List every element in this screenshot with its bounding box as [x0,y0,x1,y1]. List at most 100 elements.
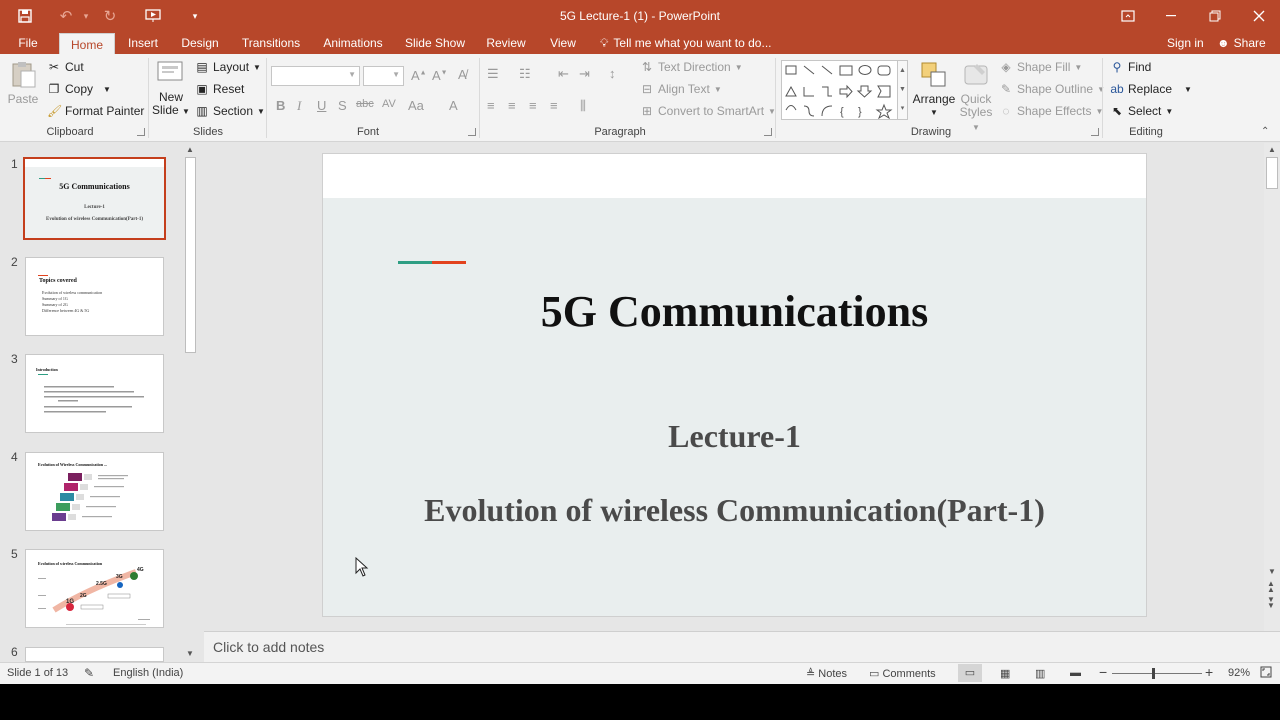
tab-insert[interactable]: Insert [122,32,164,54]
shape-outline-button[interactable]: ✎Shape Outline▼ [999,82,1105,96]
cut-button[interactable]: ✂ Cut [47,60,84,74]
new-slide-button[interactable]: New Slide ▼ [152,58,190,118]
shape-fill-button[interactable]: ◈ Shape Fill ▼ [999,60,1082,74]
font-launcher-icon[interactable] [468,128,476,136]
bold-icon[interactable]: B [276,98,285,113]
align-left-icon[interactable]: ≡ [487,98,495,113]
fit-slide-icon[interactable] [1260,666,1272,681]
find-button[interactable]: ⚲ Find [1110,60,1152,74]
decrease-indent-icon[interactable]: ⇤ [558,66,569,82]
copy-button[interactable]: ❐ Copy ▼ [47,82,111,96]
notes-toggle-button[interactable]: ≜ Notes [806,667,847,680]
reading-view-icon[interactable]: ▥ [1035,667,1045,680]
underline-icon[interactable]: U [317,98,326,113]
character-spacing-icon[interactable]: AV [382,98,396,110]
paste-button[interactable]: Paste [6,60,40,106]
italic-icon[interactable]: I [297,98,301,114]
thumbnail-scroll-thumb[interactable] [185,157,196,353]
reset-button[interactable]: ▣ Reset [195,82,244,96]
close-icon[interactable] [1237,0,1280,32]
zoom-level[interactable]: 92% [1228,667,1250,679]
current-slide[interactable]: 5G Communications Lecture-1 Evolution of… [322,153,1147,617]
bullets-icon[interactable]: ☰ [487,66,499,82]
tab-home[interactable]: Home [59,33,115,55]
tab-review[interactable]: Review [481,32,531,54]
arrange-button[interactable]: Arrange ▼ [912,60,956,119]
columns-icon[interactable]: ⫼ [580,98,586,114]
zoom-out-icon[interactable]: − [1099,664,1107,680]
paragraph-launcher-icon[interactable] [764,128,772,136]
convert-smartart-button[interactable]: ⊞ Convert to SmartArt ▼ [640,104,776,118]
minimize-icon[interactable] [1150,0,1194,32]
shapes-gallery[interactable]: {} [781,60,907,120]
text-shadow-icon[interactable]: S [338,98,347,113]
zoom-slider-thumb[interactable] [1152,668,1156,679]
font-name-box[interactable]: ▼ [271,66,360,86]
restore-icon[interactable] [1193,0,1237,32]
zoom-in-icon[interactable]: + [1205,664,1213,680]
quick-styles-button[interactable]: Quick Styles ▼ [957,60,995,134]
slide-thumbnail-1[interactable]: 5G Communications Lecture-1 Evolution of… [23,157,166,240]
font-color-icon[interactable]: A [449,98,458,113]
shapes-gallery-scroll[interactable]: ▲ ▼ ▾ [897,60,908,120]
decrease-font-icon[interactable]: A▼ [432,68,448,83]
scroll-down-icon[interactable]: ▼ [1268,567,1276,576]
normal-view-icon[interactable]: ▭ [958,664,982,682]
slide-thumbnail-5[interactable]: Evolution of wireless Communication 2.5G… [25,549,164,628]
sign-in-link[interactable]: Sign in [1167,32,1204,54]
tab-slide-show[interactable]: Slide Show [402,32,468,54]
tell-me-box[interactable]: 💡︎ Tell me what you want to do... [600,32,772,54]
scroll-up-icon[interactable]: ▲ [186,145,194,154]
numbering-icon[interactable]: ☷ [519,66,531,82]
tab-file[interactable]: File [8,32,48,54]
language-indicator[interactable]: English (India) [113,667,183,679]
increase-indent-icon[interactable]: ⇥ [579,66,590,82]
center-icon[interactable]: ≡ [508,98,516,113]
next-slide-icon[interactable]: ▼ ▼ [1267,596,1275,610]
section-button[interactable]: ▥ Section ▼ [195,104,265,118]
change-case-icon[interactable]: Aa [408,98,424,113]
scroll-down-icon[interactable]: ▼ [186,649,194,658]
shape-effects-button[interactable]: ◌ Shape Effects ▼ [999,104,1103,118]
tab-design[interactable]: Design [176,32,224,54]
slide-thumbnail-4[interactable]: Evolution of Wireless Communication ... [25,452,164,531]
line-spacing-icon[interactable]: ↕ [609,66,616,81]
share-button[interactable]: ☻ Share [1217,32,1266,54]
comments-button[interactable]: ▭ Comments [869,667,936,680]
zoom-slider[interactable] [1112,668,1202,679]
slide-thumbnail-3[interactable]: Introduction [25,354,164,433]
ribbon-display-options-icon[interactable] [1106,0,1150,32]
slide-show-icon[interactable]: ▬ [1070,667,1081,679]
spell-check-icon[interactable]: ✎ [84,666,94,680]
tab-view[interactable]: View [544,32,582,54]
tab-animations[interactable]: Animations [317,32,389,54]
slide-scroll-thumb[interactable] [1266,157,1278,189]
font-size-box[interactable]: ▼ [363,66,404,86]
slide-sorter-icon[interactable]: ▦ [1000,667,1010,680]
replace-button[interactable]: ab Replace ▼ [1110,82,1192,96]
clipboard-launcher-icon[interactable] [137,128,145,136]
slide-subtitle-lecture[interactable]: Lecture-1 [323,418,1146,455]
slide-thumbnail-6[interactable] [25,647,164,662]
format-painter-button[interactable]: 🖌︎ Format Painter [47,104,144,118]
strikethrough-icon[interactable]: abc [356,98,374,110]
slide-subtitle-topic[interactable]: Evolution of wireless Communication(Part… [323,492,1146,529]
align-text-button[interactable]: ⊟ Align Text ▼ [640,82,722,96]
clear-formatting-icon[interactable]: A̸ [458,67,467,82]
scroll-up-icon[interactable]: ▲ [1268,145,1276,154]
justify-icon[interactable]: ≡ [550,98,558,113]
slide-thumbnail-2[interactable]: Topics covered Evolution of wireless com… [25,257,164,336]
text-direction-button[interactable]: ⇅ Text Direction ▼ [640,60,743,74]
align-right-icon[interactable]: ≡ [529,98,537,113]
increase-font-icon[interactable]: A▲ [411,68,427,83]
drawing-launcher-icon[interactable] [1091,128,1099,136]
slide-title[interactable]: 5G Communications [323,286,1146,337]
select-button[interactable]: ⬉ Select ▼ [1110,104,1173,118]
slide-scrollbar[interactable]: ▲ ▼ ▲ ▲ ▼ ▼ [1264,143,1280,631]
collapse-ribbon-icon[interactable]: ⌃ [1261,126,1269,137]
thumbnail-scrollbar[interactable]: ▲ ▼ [183,143,198,662]
notes-pane[interactable]: Click to add notes [204,631,1280,662]
previous-slide-icon[interactable]: ▲ ▲ [1267,580,1275,594]
tab-transitions[interactable]: Transitions [237,32,305,54]
layout-button[interactable]: ▤ Layout ▼ [195,60,261,74]
